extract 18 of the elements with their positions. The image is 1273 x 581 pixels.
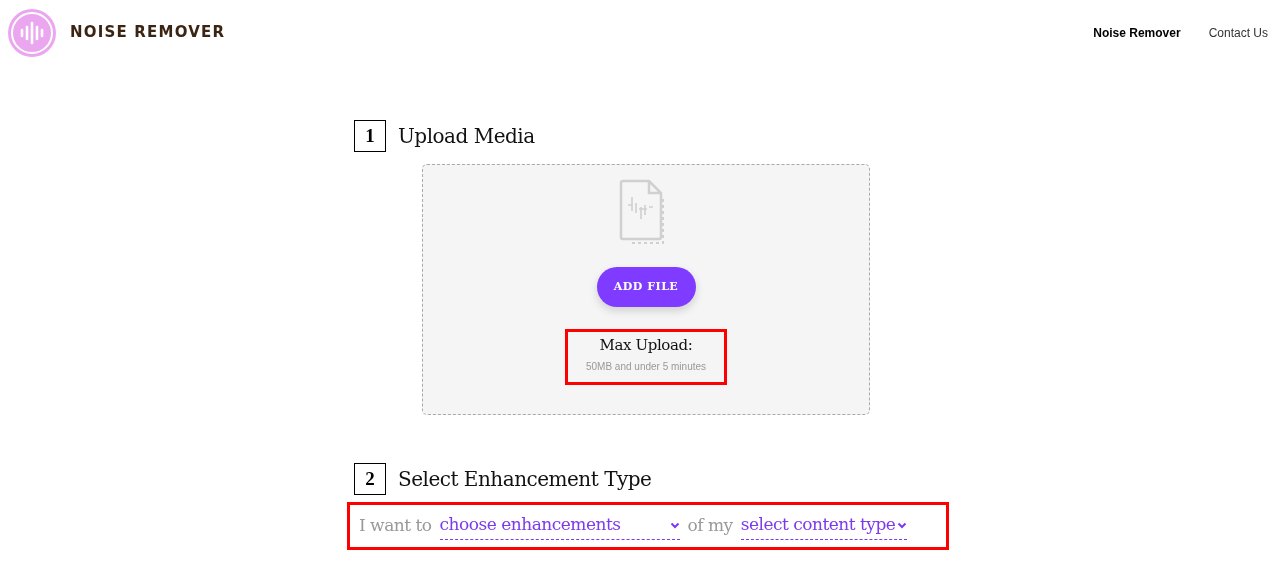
sound-wave-logo-icon	[8, 8, 56, 57]
add-file-button[interactable]: ADD FILE	[596, 267, 696, 307]
step-title: Select Enhancement Type	[398, 466, 652, 493]
step-number: 2	[354, 463, 386, 495]
brand-name: NOISE REMOVER	[70, 22, 226, 44]
sentence-text: of my	[687, 514, 733, 538]
upload-limit-detail: 50MB and under 5 minutes	[585, 359, 707, 374]
step-title: Upload Media	[398, 123, 535, 150]
upload-drop-zone[interactable]: ADD FILE Max Upload: 50MB and under 5 minutes	[422, 164, 870, 415]
chevron-down-icon	[669, 521, 680, 529]
enhancement-select[interactable]: choose enhancements	[439, 512, 680, 540]
content-type-select[interactable]: select content type	[740, 512, 908, 540]
step-number: 1	[354, 120, 386, 152]
upload-limit-title: Max Upload:	[599, 335, 693, 356]
sentence-text: I want to	[359, 514, 432, 538]
nav-link[interactable]: Noise Remover	[1093, 23, 1181, 42]
nav-link[interactable]: Contact Us	[1208, 23, 1268, 42]
chevron-down-icon	[897, 521, 908, 529]
